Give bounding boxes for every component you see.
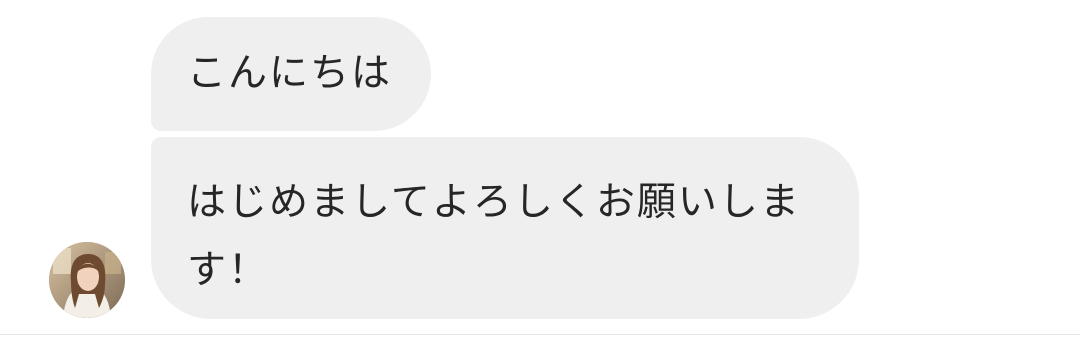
- message-bubble-greeting[interactable]: こんにちは: [151, 17, 431, 131]
- avatar-photo-icon: [49, 242, 125, 318]
- message-text: こんにちは: [187, 51, 393, 96]
- divider: [0, 334, 1080, 335]
- message-text-line-1: はじめましてよろしくお願いしま: [187, 180, 801, 225]
- sender-avatar[interactable]: [49, 242, 125, 318]
- message-bubble-introduction[interactable]: はじめましてよろしくお願いしま す！: [151, 137, 859, 319]
- message-text-line-2: す！: [187, 248, 270, 293]
